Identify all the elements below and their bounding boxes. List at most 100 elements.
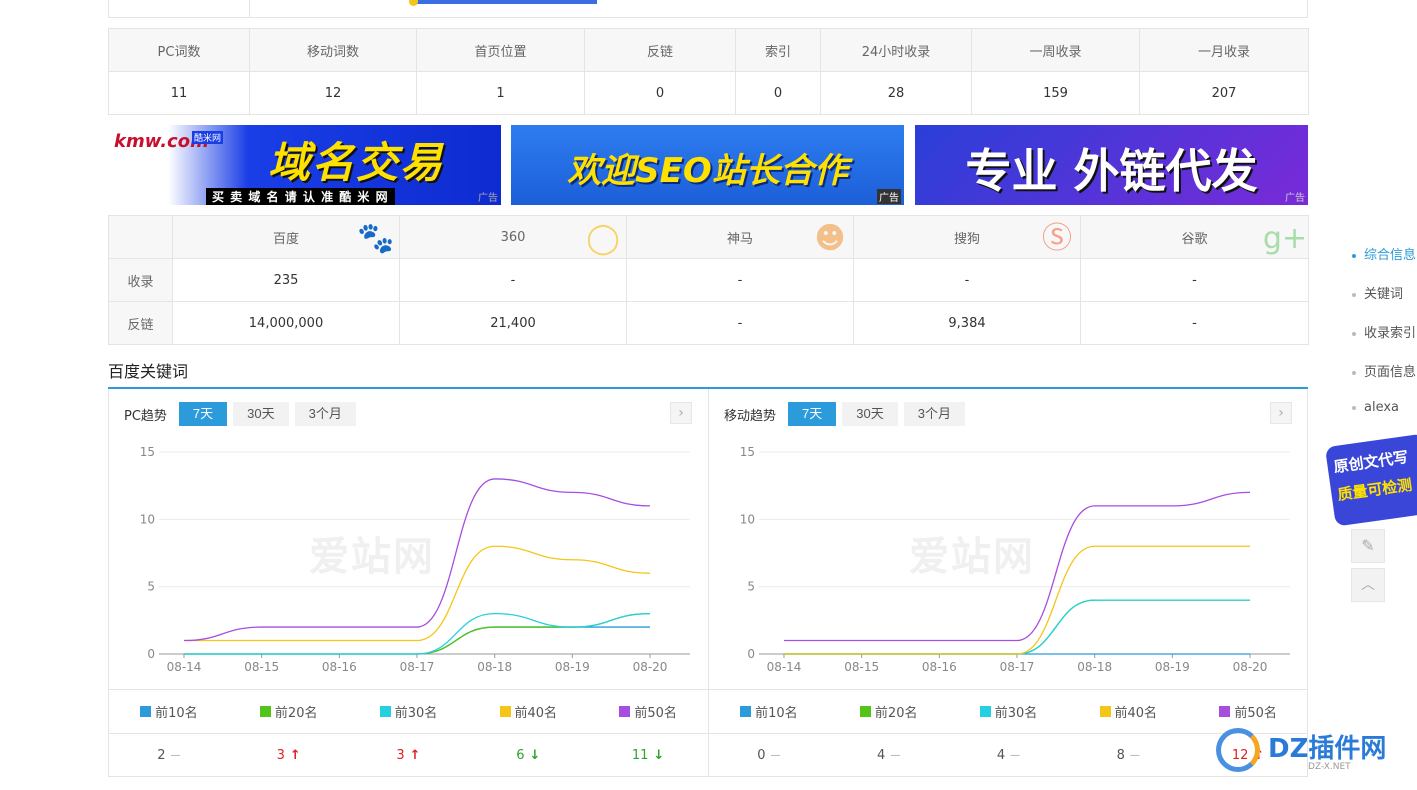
ad-main-text: 欢迎SEO站长合作 bbox=[567, 151, 848, 191]
y-tick-label: 10 bbox=[740, 512, 755, 526]
engine-row-label: 反链 bbox=[108, 301, 173, 345]
ad-external-links[interactable]: 专业 外链代发 广告 bbox=[915, 125, 1308, 205]
legend-item[interactable]: 前50名 bbox=[588, 690, 708, 733]
paw-icon: 🐾 bbox=[357, 221, 395, 256]
x-tick-label: 08-15 bbox=[844, 660, 879, 674]
side-nav-label: 收录索引 bbox=[1364, 326, 1417, 341]
series-line-2 bbox=[783, 599, 1250, 655]
rank-count: 3 bbox=[276, 747, 285, 763]
ad-seo-partner[interactable]: 欢迎SEO站长合作 广告 bbox=[511, 125, 904, 205]
section-title: 百度关键词 bbox=[108, 362, 189, 381]
side-nav-item[interactable]: 综合信息 bbox=[1352, 244, 1416, 263]
dz-logo-sub: DZ-X.NET bbox=[1308, 762, 1351, 772]
page: PC词数 移动词数 首页位置 反链 索引 24小时收录 一周收录 一月收录 11 12 1 0 0 28… bbox=[0, 0, 1417, 790]
dz-check-icon bbox=[1216, 728, 1260, 772]
next-arrow-button[interactable]: › bbox=[670, 402, 692, 424]
panel-title: 移动趋势 bbox=[724, 408, 777, 424]
tab-range[interactable]: 3个月 bbox=[903, 402, 965, 426]
legend-item[interactable]: 前10名 bbox=[709, 690, 829, 733]
legend-swatch bbox=[979, 706, 991, 717]
side-nav-item[interactable]: 收录索引 bbox=[1352, 322, 1416, 341]
rank-count: 2 bbox=[157, 747, 166, 763]
stats-value: 0 bbox=[735, 71, 821, 115]
stats-value: 11 bbox=[108, 71, 250, 115]
stats-header: 索引 bbox=[735, 28, 821, 72]
nav-dot-icon bbox=[1352, 253, 1356, 258]
legend-label: 前40名 bbox=[514, 706, 558, 721]
side-nav-item[interactable]: 页面信息 bbox=[1352, 361, 1416, 380]
legend-label: 前20名 bbox=[274, 706, 318, 721]
rank-count: 6 bbox=[516, 747, 525, 763]
y-tick-label: 15 bbox=[140, 445, 155, 459]
nav-dot-icon bbox=[1352, 292, 1356, 297]
arrow-up-icon: ↑ bbox=[289, 747, 301, 763]
engine-value: - bbox=[626, 301, 854, 345]
side-nav-label: alexa bbox=[1364, 400, 1400, 415]
series-line-2 bbox=[183, 612, 651, 655]
ad-tag: 广告 bbox=[1285, 193, 1305, 204]
x-tick-label: 08-16 bbox=[922, 660, 957, 674]
legend-swatch bbox=[619, 706, 631, 717]
legend-item[interactable]: 前20名 bbox=[229, 690, 349, 733]
legend-swatch bbox=[379, 706, 391, 717]
search-icon: ◯ bbox=[586, 221, 620, 256]
ad-tag: 广告 bbox=[877, 189, 901, 204]
rank-value: 2— bbox=[109, 734, 229, 776]
engine-value: - bbox=[853, 258, 1081, 302]
rank-value: 8— bbox=[1068, 734, 1188, 776]
legend-label: 前10名 bbox=[155, 706, 198, 721]
dz-logo-text: DZ插件网 bbox=[1268, 734, 1387, 764]
rank-count: 4 bbox=[996, 747, 1006, 763]
tab-range[interactable]: 30天 bbox=[842, 402, 898, 426]
engine-value: - bbox=[626, 258, 854, 302]
ad-sub-text: 买 卖 域 名 请 认 准 酷 米 网 bbox=[206, 188, 395, 205]
ad-tag: 广告 bbox=[478, 193, 498, 204]
x-tick-label: 08-20 bbox=[1233, 660, 1268, 674]
dz-logo: DZ插件网 DZ-X.NET bbox=[1212, 718, 1412, 778]
side-nav-item[interactable]: alexa bbox=[1352, 400, 1399, 415]
y-tick-label: 15 bbox=[740, 445, 755, 459]
legend-swatch bbox=[1219, 706, 1231, 717]
legend-item[interactable]: 前10名 bbox=[109, 690, 229, 733]
tab-range[interactable]: 7天 bbox=[788, 402, 837, 426]
x-tick-label: 08-16 bbox=[322, 660, 357, 674]
next-arrow-button[interactable]: › bbox=[1270, 402, 1292, 424]
panel-title: PC趋势 bbox=[124, 408, 167, 424]
side-nav-item[interactable]: 关键词 bbox=[1352, 283, 1403, 302]
ad-domain-trade[interactable]: kmw.com 酷米网 域名交易 买 卖 域 名 请 认 准 酷 米 网 广告 bbox=[108, 125, 501, 205]
nav-dot-icon bbox=[1352, 331, 1356, 336]
x-tick-label: 08-14 bbox=[767, 660, 802, 674]
legend-label: 前50名 bbox=[634, 706, 677, 721]
promo-badge[interactable]: 原创文代写 质量可检测 bbox=[1324, 433, 1417, 527]
trend-chart: 0 5 10 15 08-14 08-15 08-16 08-17 08-18 08-19 08-2… bbox=[140, 445, 690, 674]
legend-item[interactable]: 前30名 bbox=[349, 690, 469, 733]
rank-value: 4— bbox=[829, 734, 949, 776]
legend-swatch bbox=[140, 706, 152, 717]
legend-item[interactable]: 前40名 bbox=[1068, 690, 1188, 733]
trend-tabs: PC趋势 7天 30天 3个月 bbox=[124, 402, 356, 426]
legend-row: 前10名 前20名 前30名 前40名 前50名 bbox=[109, 689, 708, 733]
legend-item[interactable]: 前30名 bbox=[949, 690, 1069, 733]
x-tick-label: 08-15 bbox=[244, 660, 279, 674]
x-tick-label: 08-20 bbox=[633, 660, 668, 674]
rank-value: 4— bbox=[949, 734, 1069, 776]
engine-value: 21,400 bbox=[399, 301, 627, 345]
legend-item[interactable]: 前40名 bbox=[468, 690, 588, 733]
series-line-5 bbox=[783, 491, 1251, 642]
stats-value: 159 bbox=[971, 71, 1140, 115]
engine-name: 谷歌 bbox=[1181, 231, 1208, 247]
tab-range[interactable]: 7天 bbox=[178, 402, 228, 426]
stats-value: 1 bbox=[416, 71, 585, 115]
legend-item[interactable]: 前20名 bbox=[829, 690, 949, 733]
tab-range[interactable]: 3个月 bbox=[294, 402, 356, 426]
side-nav-label: 关键词 bbox=[1364, 287, 1404, 302]
nav-dot-icon bbox=[1352, 405, 1356, 410]
tab-range[interactable]: 30天 bbox=[233, 402, 289, 426]
y-tick-label: 5 bbox=[747, 580, 755, 594]
stats-value: 12 bbox=[249, 71, 417, 115]
engine-row-label: 收录 bbox=[108, 258, 173, 302]
engine-header: 谷歌 g+ bbox=[1080, 215, 1309, 259]
edit-button[interactable]: ✎ bbox=[1351, 529, 1385, 563]
rank-value: 0— bbox=[709, 734, 829, 776]
back-to-top-button[interactable]: ︿ bbox=[1351, 568, 1385, 602]
